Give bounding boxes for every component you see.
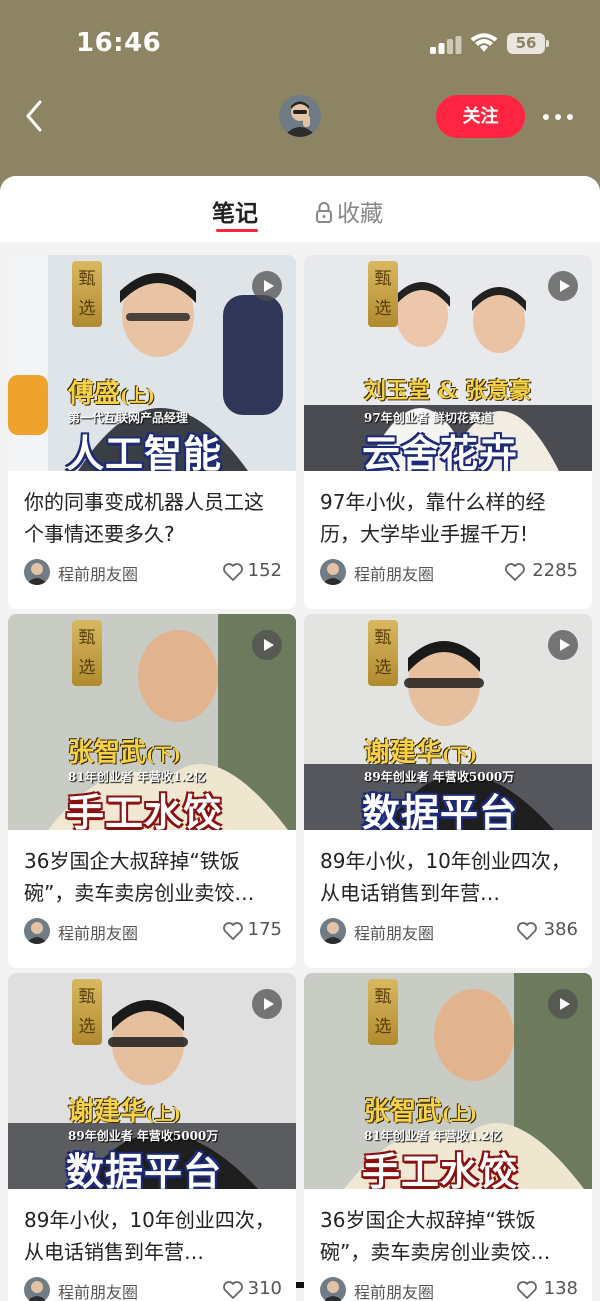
author-avatar[interactable]	[320, 1277, 346, 1301]
like-count: 152	[247, 560, 282, 581]
cover-seal: 甄选	[368, 979, 398, 1045]
heart-icon[interactable]	[516, 1280, 538, 1300]
note-cover: 甄选 谢建华(上) 89年创业者 年营收5000万 数据平台	[8, 973, 296, 1189]
note-cover: 甄选 谢建华(下) 89年创业者 年营收5000万 数据平台	[304, 614, 592, 830]
play-icon	[548, 989, 578, 1019]
tab-bar: 笔记 收藏	[0, 176, 600, 242]
play-icon	[252, 630, 282, 660]
tab-active-indicator	[216, 229, 258, 232]
note-cover: 甄选 张智武(上) 81年创业者 年营收1.2亿 手工水饺	[304, 973, 592, 1189]
author-name[interactable]: 程前朋友圈	[58, 1279, 138, 1301]
battery-tip	[546, 40, 549, 47]
user-avatar[interactable]	[279, 95, 321, 137]
cover-seal: 甄选	[72, 979, 102, 1045]
like-count: 138	[543, 1278, 578, 1299]
cover-headline: 人工智能	[66, 431, 223, 471]
author-name[interactable]: 程前朋友圈	[354, 920, 434, 944]
note-title: 你的同事变成机器人员工这个事情还要多久?	[24, 490, 264, 546]
heart-icon[interactable]	[222, 1280, 244, 1300]
like-count: 310	[247, 1278, 282, 1299]
heart-icon[interactable]	[222, 562, 244, 582]
note-cover: 甄选 刘玉堂 & 张意豪 97年创业者 鲜切花赛道 云舍花卉	[304, 255, 592, 471]
cover-headline: 手工水饺	[362, 1149, 519, 1189]
status-bar: 16:46 56	[0, 0, 600, 90]
note-meta: 程前朋友圈 138	[304, 1271, 592, 1301]
like-count: 2285	[532, 560, 578, 581]
cover-guest-name: 刘玉堂 & 张意豪	[364, 378, 532, 404]
cover-headline: 数据平台	[66, 1149, 223, 1189]
like-count: 175	[247, 919, 282, 940]
tab-notes[interactable]: 笔记	[212, 194, 258, 228]
cover-seal: 甄选	[72, 620, 102, 686]
signal-icon	[430, 36, 462, 54]
author-name[interactable]: 程前朋友圈	[58, 561, 138, 585]
note-meta: 程前朋友圈 152	[8, 553, 296, 609]
note-meta: 程前朋友圈 310	[8, 1271, 296, 1301]
cover-guest-name: 张智武(下)	[68, 738, 182, 768]
note-card[interactable]: 甄选 谢建华(上) 89年创业者 年营收5000万 数据平台 89年小伙，10年…	[8, 973, 296, 1301]
note-title: 36岁国企大叔辞掉“铁饭碗”，卖车卖房创业卖饺…	[320, 1208, 551, 1264]
note-meta: 程前朋友圈 386	[304, 912, 592, 968]
note-meta: 程前朋友圈 2285	[304, 553, 592, 609]
cover-guest-name: 傅盛(上)	[68, 379, 156, 409]
heart-icon[interactable]	[516, 921, 538, 941]
note-card[interactable]: 甄选 张智武(上) 81年创业者 年营收1.2亿 手工水饺 36岁国企大叔辞掉“…	[304, 973, 592, 1301]
battery-icon: 56	[507, 33, 549, 54]
note-title: 89年小伙，10年创业四次，从电话销售到年营…	[320, 849, 571, 905]
note-title: 89年小伙，10年创业四次，从电话销售到年营…	[24, 1208, 275, 1264]
cover-headline: 数据平台	[362, 790, 519, 830]
note-card[interactable]: 甄选 张智武(下) 81年创业者 年营收1.2亿 手工水饺 36岁国企大叔辞掉“…	[8, 614, 296, 968]
note-card[interactable]: 甄选 谢建华(下) 89年创业者 年营收5000万 数据平台 89年小伙，10年…	[304, 614, 592, 968]
author-name[interactable]: 程前朋友圈	[58, 920, 138, 944]
author-name[interactable]: 程前朋友圈	[354, 561, 434, 585]
more-icon[interactable]	[540, 104, 576, 130]
note-cover: 甄选 张智武(下) 81年创业者 年营收1.2亿 手工水饺	[8, 614, 296, 830]
play-icon	[252, 271, 282, 301]
play-icon	[252, 989, 282, 1019]
follow-button[interactable]: 关注	[436, 95, 525, 138]
author-avatar[interactable]	[24, 918, 50, 944]
author-name[interactable]: 程前朋友圈	[354, 1279, 434, 1301]
heart-icon[interactable]	[222, 921, 244, 941]
battery-level: 56	[507, 33, 545, 54]
play-icon	[548, 630, 578, 660]
author-avatar[interactable]	[24, 559, 50, 585]
cover-guest-name: 谢建华(下)	[364, 738, 478, 768]
cover-seal: 甄选	[72, 261, 102, 327]
like-count: 386	[543, 919, 578, 940]
note-title: 97年小伙，靠什么样的经历，大学毕业手握千万!	[320, 490, 546, 546]
author-avatar[interactable]	[320, 559, 346, 585]
play-icon	[548, 271, 578, 301]
cover-seal: 甄选	[368, 620, 398, 686]
back-icon[interactable]	[22, 98, 50, 134]
cover-seal: 甄选	[368, 261, 398, 327]
note-card[interactable]: 甄选 傅盛(上) 第一代互联网产品经理 人工智能 你的同事变成机器人员工这个事情…	[8, 255, 296, 609]
note-card[interactable]: 甄选 刘玉堂 & 张意豪 97年创业者 鲜切花赛道 云舍花卉 97年小伙，靠什么…	[304, 255, 592, 609]
cover-guest-name: 谢建华(上)	[68, 1097, 182, 1127]
cover-headline: 手工水饺	[66, 790, 223, 830]
tab-favorites-label: 收藏	[337, 201, 383, 227]
wifi-icon	[470, 33, 498, 52]
author-avatar[interactable]	[24, 1277, 50, 1301]
heart-icon[interactable]	[504, 562, 526, 582]
cover-guest-name: 张智武(上)	[364, 1097, 478, 1127]
cover-headline: 云舍花卉	[362, 431, 519, 471]
tab-favorites[interactable]: 收藏	[315, 194, 383, 228]
author-avatar[interactable]	[320, 918, 346, 944]
note-meta: 程前朋友圈 175	[8, 912, 296, 968]
lock-icon	[316, 202, 332, 223]
profile-header: 16:46 56 关注	[0, 0, 600, 200]
status-time: 16:46	[76, 28, 162, 58]
note-cover: 甄选 傅盛(上) 第一代互联网产品经理 人工智能	[8, 255, 296, 471]
note-title: 36岁国企大叔辞掉“铁饭碗”，卖车卖房创业卖饺…	[24, 849, 255, 905]
